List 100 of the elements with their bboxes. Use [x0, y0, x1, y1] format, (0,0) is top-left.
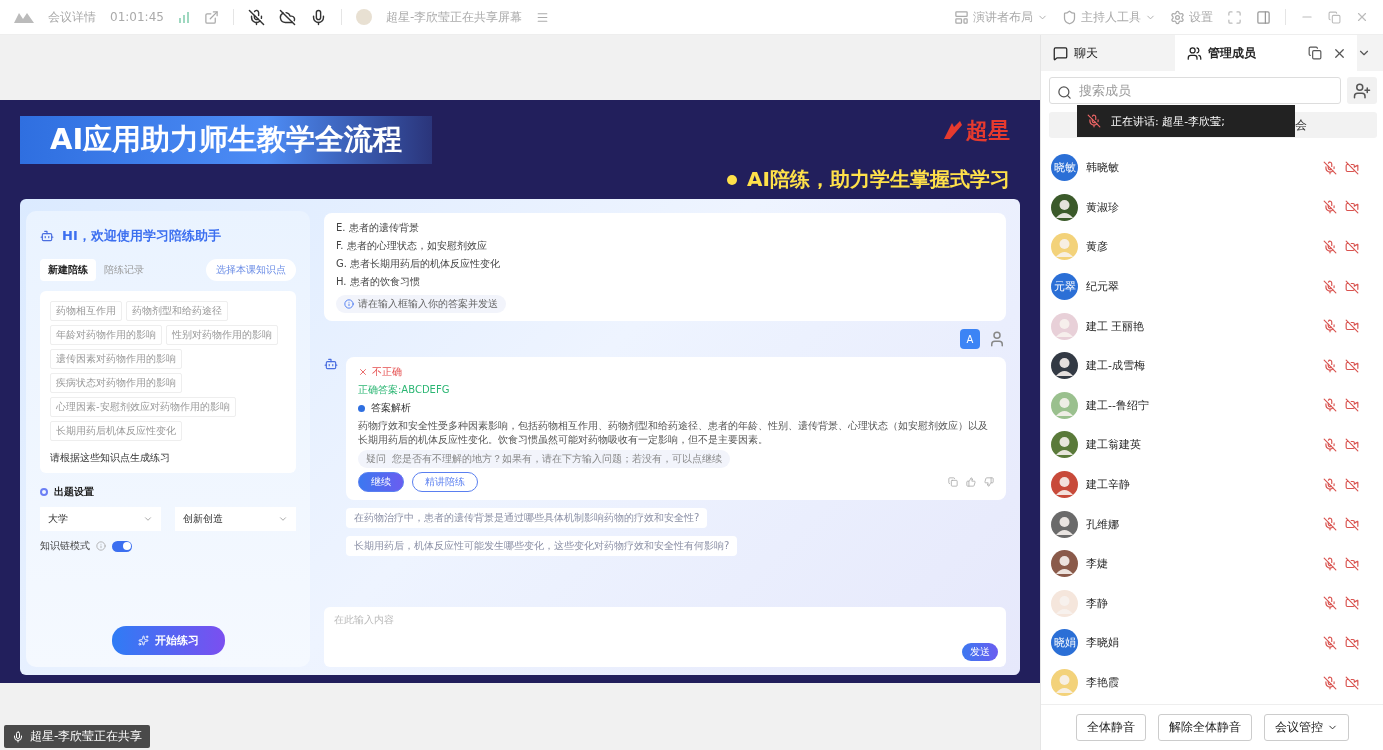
avatar-icon — [1051, 312, 1078, 340]
send-button[interactable]: 发送 — [962, 643, 998, 661]
knowledge-chip[interactable]: 性别对药物作用的影响 — [166, 325, 278, 345]
knowledge-chip[interactable]: 长期用药后机体反应性变化 — [50, 421, 182, 441]
control-button[interactable]: 全体静音 — [1075, 714, 1146, 741]
mic-off-icon[interactable] — [1323, 358, 1337, 373]
member-name: 孔维娜 — [1086, 516, 1120, 532]
panel-tab[interactable]: 陪练记录 — [96, 259, 152, 281]
camera-off-icon[interactable] — [1345, 437, 1359, 452]
camera-off-icon[interactable] — [1345, 160, 1359, 175]
slide-title: AI应用助力师生教学全流程 — [20, 116, 433, 164]
doubt-chip: 疑问 您是否有不理解的地方？如果有，请在下方输入问题；若没有，可以点继续 — [358, 450, 730, 468]
avatar-icon — [355, 9, 372, 25]
mic-icon — [12, 730, 24, 743]
mic-off-icon[interactable] — [1323, 556, 1337, 571]
chevron-down-icon — [143, 514, 153, 524]
mic-off-icon[interactable] — [1323, 398, 1337, 413]
message-input[interactable]: 在此输入内容 发送 — [324, 607, 1006, 667]
knowledge-chip[interactable]: 疾病状态对药物作用的影响 — [50, 373, 182, 393]
menu-icon[interactable] — [536, 10, 550, 24]
user-message: A — [960, 329, 980, 349]
mic-off-icon[interactable] — [1323, 319, 1337, 334]
member-name: 韩晓敏 — [1086, 160, 1120, 176]
sidebar-tab[interactable]: 管理成员 — [1174, 35, 1308, 71]
settings-icon — [1170, 9, 1185, 25]
user-avatar-icon — [988, 330, 1006, 348]
suggested-question[interactable]: 长期用药后，机体反应性可能发生哪些变化，这些变化对药物疗效和安全性有何影响? — [346, 536, 738, 556]
knowledge-chip[interactable]: 遗传因素对药物作用的影响 — [50, 349, 182, 369]
camera-off-icon[interactable] — [1345, 200, 1359, 215]
avatar-icon — [1051, 233, 1078, 261]
mic-off-icon[interactable] — [1323, 437, 1337, 452]
camera-off-icon[interactable] — [1345, 319, 1359, 334]
chevron-down-icon — [278, 514, 288, 524]
mode-toggle[interactable] — [112, 540, 132, 552]
answer-option: G. 患者长期用药后的机体反应性变化 — [336, 257, 994, 271]
answer-option: F. 患者的心理状态，如安慰剂效应 — [336, 239, 994, 253]
control-button[interactable]: 会议管控 — [1263, 714, 1349, 741]
mic-off-icon[interactable] — [1323, 596, 1337, 611]
knowledge-chip[interactable]: 药物相互作用 — [50, 301, 122, 321]
mic-off-icon[interactable] — [1323, 200, 1337, 215]
avatar-icon — [1051, 669, 1078, 696]
camera-off-icon[interactable] — [1345, 477, 1359, 492]
mic-off-icon[interactable] — [1323, 517, 1337, 532]
analysis-text: 药物疗效和安全性受多种因素影响，包括药物相互作用、药物剂型和给药途径、患者的年龄、性别、遗传背景、心理状态（如安慰剂效应）以及长期用药后的机体反应性变化。饮食习惯虽然可能对药物吸收有一定影响，但不是主要因素。 — [358, 419, 989, 446]
camera-off-icon[interactable] — [1345, 635, 1359, 650]
mic-off-icon[interactable] — [1323, 240, 1337, 254]
toolbar-button[interactable]: 演讲者布局 — [954, 8, 1048, 26]
cross-icon — [358, 367, 368, 377]
sparkle-icon — [137, 635, 149, 646]
toolbar-button[interactable]: 设置 — [1170, 8, 1213, 26]
avatar: 晓敏 — [1051, 154, 1078, 182]
mic-off-icon[interactable] — [1323, 675, 1337, 690]
avatar-icon — [1051, 510, 1078, 538]
search-field[interactable]: 搜索成员 — [1049, 77, 1341, 104]
info-icon — [96, 541, 106, 551]
bot-icon — [324, 357, 338, 371]
camera-off-icon[interactable] — [1345, 596, 1359, 611]
camera-off-icon[interactable] — [1345, 398, 1359, 413]
panel-tab[interactable]: 新建陪练 — [40, 259, 96, 281]
camera-off-icon[interactable] — [1345, 675, 1359, 690]
control-button[interactable]: 解除全体静音 — [1157, 714, 1252, 741]
start-practice-button[interactable]: 开始练习 — [111, 626, 225, 655]
knowledge-chip[interactable]: 心理因素-安慰剂效应对药物作用的影响 — [50, 397, 236, 417]
add-member-button[interactable] — [1347, 77, 1377, 104]
sidebar-toggle-icon[interactable] — [1256, 9, 1271, 25]
speaking-tooltip: 正在讲话: 超星-李欣莹; — [1077, 105, 1295, 137]
prompt-text: 请根据这些知识点生成练习 — [50, 451, 171, 465]
mode-label: 知识链模式 — [40, 539, 90, 553]
chat-button[interactable]: 继续 — [358, 472, 404, 492]
toolbar-button[interactable]: 主持人工具 — [1062, 8, 1156, 26]
knowledge-chip[interactable]: 年龄对药物作用的影响 — [50, 325, 162, 345]
avatar: 元翠 — [1051, 273, 1078, 301]
hint-chip: 请在输入框输入你的答案并发送 — [336, 295, 506, 313]
share-link-icon[interactable] — [203, 9, 219, 25]
mic-off-icon[interactable] — [1323, 635, 1337, 650]
brand-logo: 超星 — [942, 116, 1010, 146]
member-name: 李艳霞 — [1086, 675, 1120, 690]
camera-off-icon[interactable] — [1345, 358, 1359, 373]
cloud-icon[interactable] — [278, 8, 296, 26]
member-name: 建工-成雪梅 — [1086, 358, 1146, 374]
thumbs-up-icon — [966, 477, 976, 487]
info-icon — [344, 299, 354, 309]
mic-off-icon[interactable] — [1323, 279, 1337, 294]
dropdown[interactable]: 创新创造 — [175, 507, 296, 531]
member-name: 建工--鲁绍宁 — [1086, 397, 1150, 413]
chat-button[interactable]: 精讲陪练 — [412, 472, 478, 492]
meeting-details-button[interactable]: 会议详情 — [48, 8, 96, 26]
knowledge-chip[interactable]: 药物剂型和给药途径 — [126, 301, 228, 321]
camera-off-icon[interactable] — [1345, 556, 1359, 571]
camera-off-icon[interactable] — [1345, 279, 1359, 294]
select-knowledge-button[interactable]: 选择本课知识点 — [206, 259, 296, 281]
suggested-question[interactable]: 在药物治疗中，患者的遗传背景是通过哪些具体机制影响药物的疗效和安全性? — [346, 508, 708, 528]
camera-off-icon[interactable] — [1345, 240, 1359, 254]
mic-off-icon[interactable] — [1323, 477, 1337, 492]
dropdown[interactable]: 大学 — [40, 507, 161, 531]
camera-off-icon[interactable] — [1345, 517, 1359, 532]
avatar-icon — [1051, 550, 1078, 578]
member-name: 黄彦 — [1086, 239, 1109, 255]
sidebar-tab[interactable]: 聊天 — [1041, 35, 1175, 71]
mic-off-icon[interactable] — [1323, 160, 1337, 175]
